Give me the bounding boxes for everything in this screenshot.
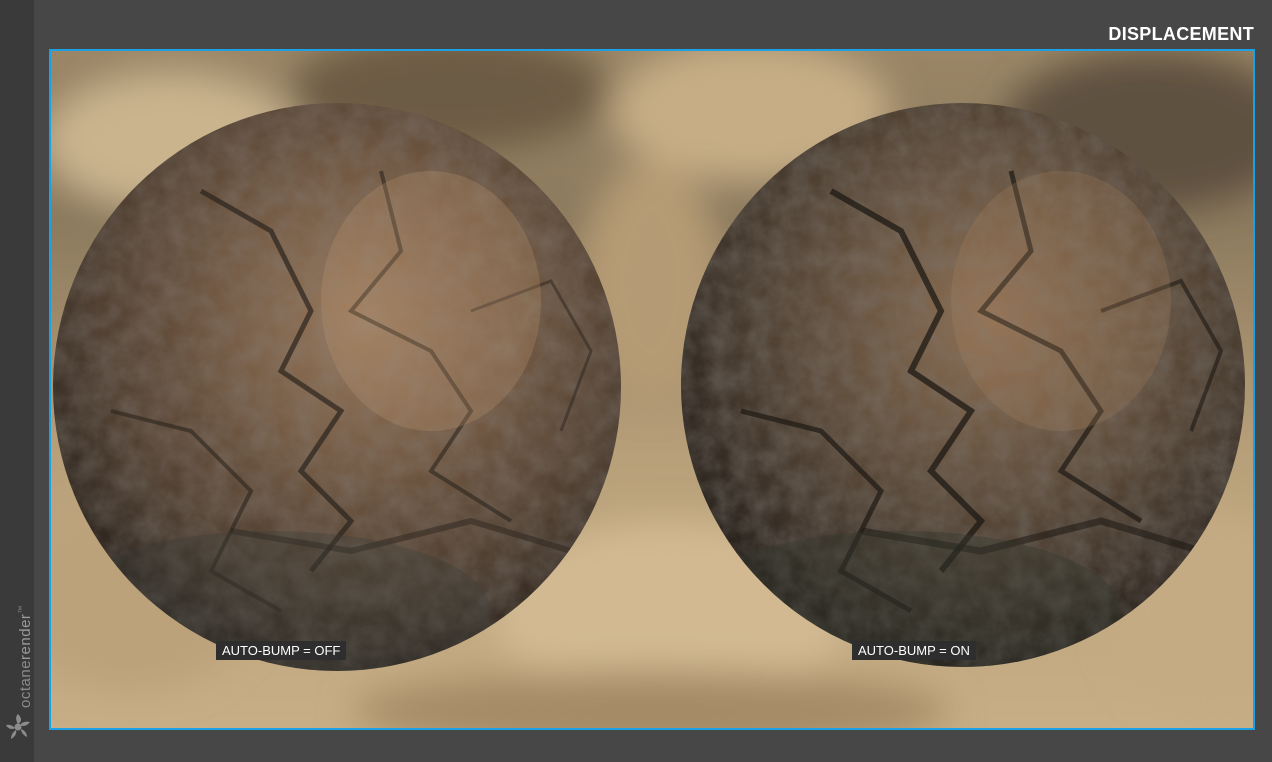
left-sphere-caption: AUTO-BUMP = OFF xyxy=(216,641,347,660)
render-viewport xyxy=(49,49,1255,730)
right-sphere-caption: AUTO-BUMP = ON xyxy=(852,641,976,660)
left-sidebar-strip: octanerender™ xyxy=(0,0,34,762)
octane-render-brand: octanerender™ xyxy=(0,600,34,750)
page-title: DISPLACEMENT xyxy=(1108,24,1254,44)
brand-wordmark: octanerender™ xyxy=(17,605,34,708)
octane-logo-icon xyxy=(6,714,30,739)
render-comparison-page: octanerender™ DISPLACEMENT AUTO-BUMP = O… xyxy=(0,0,1272,762)
render-image xyxy=(51,51,1253,728)
